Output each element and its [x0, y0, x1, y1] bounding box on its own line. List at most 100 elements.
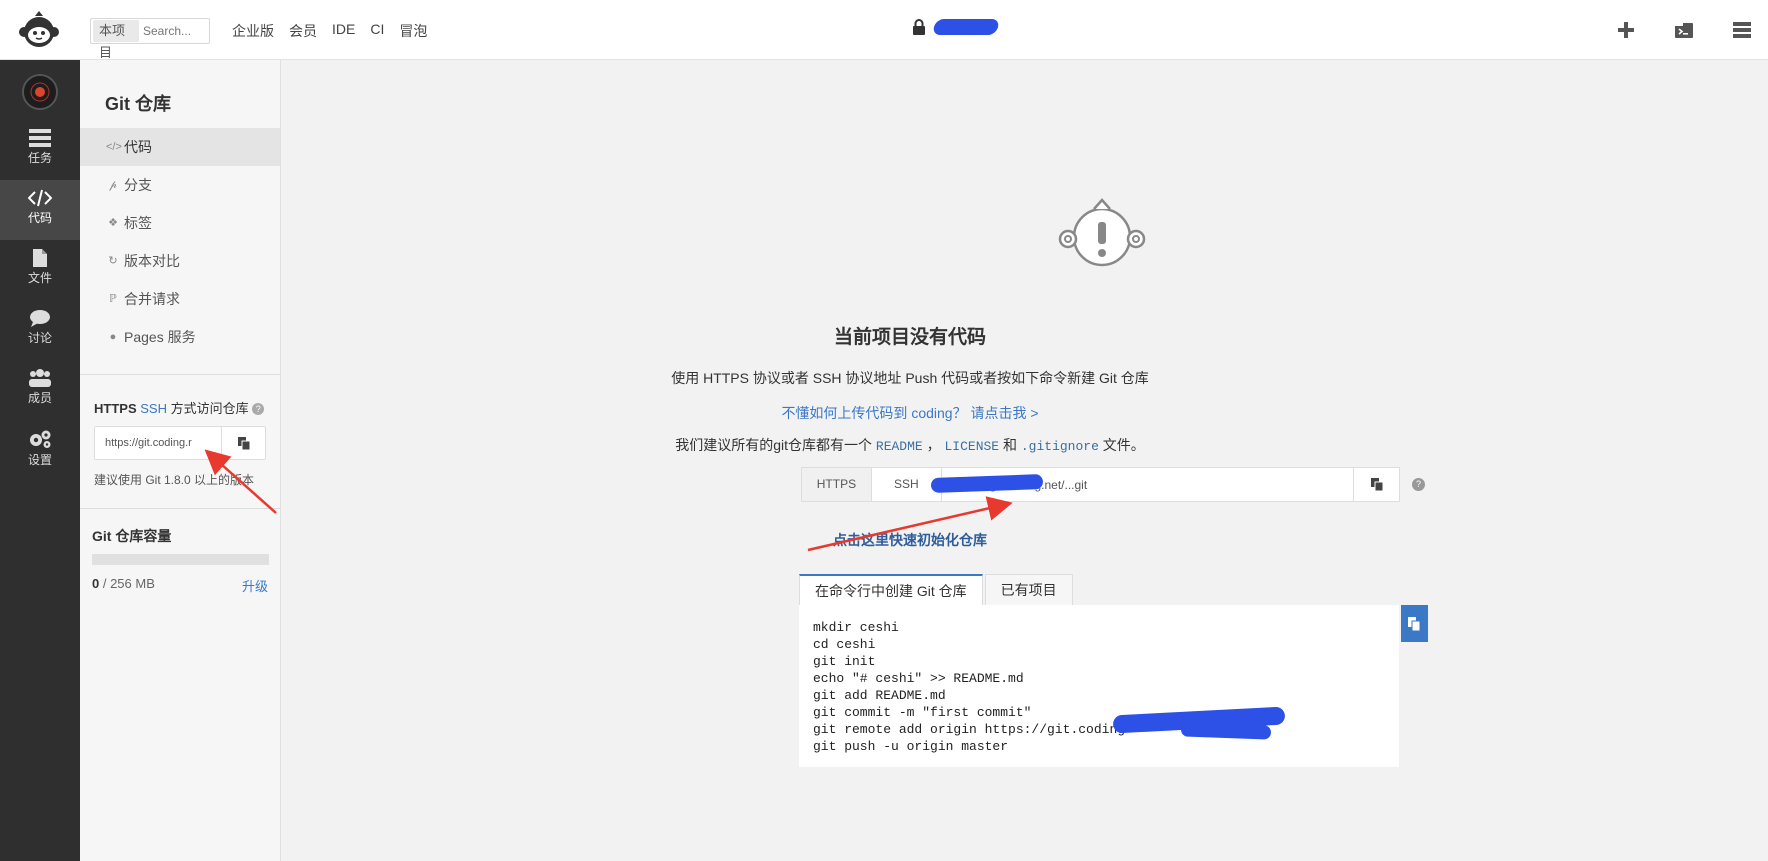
search-input[interactable]: [143, 24, 209, 38]
main-content: 当前项目没有代码 使用 HTTPS 协议或者 SSH 协议地址 Push 代码或…: [281, 60, 1768, 861]
command-line: echo "# ceshi" >> README.md: [813, 671, 1024, 686]
repo-sidebar: Git 仓库 </> 代码 𝓅 分支 ❖ 标签 ↻ 版本对比 ℙ 合并请求 ● …: [80, 60, 281, 861]
branch-icon: 𝓅: [109, 179, 117, 191]
access-suffix: 方式访问仓库: [170, 401, 249, 416]
rail-label: 成员: [27, 391, 52, 405]
rail-label: 设置: [27, 453, 52, 467]
upgrade-link[interactable]: 升级: [242, 576, 268, 595]
license-code: LICENSE: [944, 439, 1000, 454]
rail-item-settings[interactable]: 设置: [0, 420, 80, 480]
rail-item-members[interactable]: 成员: [0, 360, 80, 420]
copy-icon: [237, 436, 250, 450]
menu-label: Pages 服务: [124, 329, 196, 345]
desc-suffix: 文件。: [1098, 437, 1145, 453]
menu-item-merge-request[interactable]: ℙ 合并请求: [80, 280, 280, 318]
clone-url-group: HTTPS SSH: [801, 467, 1400, 502]
repo-menu: </> 代码 𝓅 分支 ❖ 标签 ↻ 版本对比 ℙ 合并请求 ● Pages 服…: [80, 128, 280, 356]
menu-list-icon[interactable]: [1730, 18, 1754, 42]
settings-icon: [30, 430, 51, 448]
menu-item-branch[interactable]: 𝓅 分支: [80, 166, 280, 204]
sidebar-clone-url-input[interactable]: [95, 427, 221, 459]
access-ssh-link[interactable]: SSH: [140, 401, 167, 416]
command-line: git commit -m "first commit": [813, 705, 1032, 720]
desc-and: 和: [999, 437, 1021, 453]
nav-ci[interactable]: CI: [370, 21, 384, 41]
rail-item-tasks[interactable]: 任务: [0, 120, 80, 180]
rail-item-code[interactable]: 代码: [0, 180, 80, 240]
menu-label: 标签: [124, 215, 152, 231]
rail-label: 代码: [27, 211, 52, 225]
menu-item-pages[interactable]: ● Pages 服务: [80, 318, 280, 356]
coding-logo-icon[interactable]: [16, 10, 62, 50]
readme-code: README: [875, 439, 923, 454]
capacity-bar: [92, 554, 269, 565]
left-rail: 任务 代码 文件 讨论 成员 设置: [0, 60, 80, 861]
command-tabs: 在命令行中创建 Git 仓库 已有项目: [799, 574, 1075, 605]
nav-enterprise[interactable]: 企业版: [232, 21, 274, 41]
empty-title: 当前项目没有代码: [833, 327, 986, 348]
sidebar-url-group: [94, 426, 266, 460]
protocol-https-tab[interactable]: HTTPS: [802, 468, 872, 501]
sidebar-title: Git 仓库: [105, 94, 171, 114]
merge-request-icon: ℙ: [109, 293, 117, 305]
terminal-icon[interactable]: [1672, 18, 1696, 42]
capacity-total: / 256 MB: [99, 576, 155, 591]
menu-item-code[interactable]: </> 代码: [80, 128, 280, 166]
help-icon[interactable]: ?: [1412, 478, 1425, 491]
sidebar-divider: [80, 374, 280, 375]
tab-create-in-cli[interactable]: 在命令行中创建 Git 仓库: [799, 574, 983, 605]
top-actions: [1614, 18, 1754, 42]
gitignore-code: .gitignore: [1020, 439, 1099, 454]
copy-icon: [1370, 478, 1383, 491]
menu-label: 代码: [124, 139, 152, 155]
copy-icon: [1408, 616, 1421, 631]
search-box[interactable]: 本项目: [90, 18, 210, 60]
recommend-files-text: 我们建议所有的git仓库都有一个 README ， LICENSE 和 .git…: [281, 435, 1539, 455]
project-title: [912, 19, 1000, 35]
menu-item-tags[interactable]: ❖ 标签: [80, 204, 280, 242]
desc-prefix: 我们建议所有的git仓库都有一个: [675, 437, 876, 453]
nav-bubble[interactable]: 冒泡: [399, 21, 427, 41]
sidebar-divider: [80, 508, 280, 509]
command-line: cd ceshi: [813, 637, 876, 652]
command-line: git add README.md: [813, 688, 946, 703]
quick-init-link[interactable]: 点击这里快速初始化仓库: [281, 530, 1539, 550]
top-bar: 本项目 企业版 会员 IDE CI 冒泡: [0, 0, 1768, 60]
menu-label: 合并请求: [124, 291, 180, 307]
clone-copy-button[interactable]: [1353, 468, 1399, 501]
empty-monkey-icon: [1058, 198, 1146, 267]
help-icon[interactable]: ?: [252, 403, 265, 415]
discussion-icon: [30, 310, 50, 327]
upload-help-link[interactable]: 不懂如何上传代码到 coding？ 请点击我 >: [281, 403, 1539, 423]
top-nav: 企业版 会员 IDE CI 冒泡: [232, 21, 427, 41]
command-line: git remote add origin https://git.coding: [813, 722, 1126, 737]
code-icon: [28, 189, 52, 207]
rail-label: 文件: [27, 271, 52, 285]
file-icon: [33, 249, 47, 267]
search-scope[interactable]: 本项目: [93, 20, 139, 60]
command-line: mkdir ceshi: [813, 620, 899, 635]
project-avatar[interactable]: [22, 74, 58, 110]
menu-label: 版本对比: [124, 253, 180, 269]
command-code-block[interactable]: mkdir ceshi cd ceshi git init echo "# ce…: [799, 605, 1399, 767]
rail-label: 任务: [27, 151, 52, 165]
code-icon: </>: [106, 141, 122, 153]
plus-icon[interactable]: [1614, 18, 1638, 42]
nav-ide[interactable]: IDE: [332, 21, 355, 41]
access-title: HTTPS SSH 方式访问仓库 ?: [94, 398, 265, 417]
nav-membership[interactable]: 会员: [289, 21, 317, 41]
rail-item-files[interactable]: 文件: [0, 240, 80, 300]
empty-description: 使用 HTTPS 协议或者 SSH 协议地址 Push 代码或者按如下命令新建 …: [671, 370, 1149, 386]
capacity-text: 0 / 256 MB: [92, 576, 155, 591]
access-https[interactable]: HTTPS: [94, 401, 137, 416]
code-copy-button[interactable]: [1401, 605, 1428, 642]
rail-item-discussion[interactable]: 讨论: [0, 300, 80, 360]
sidebar-copy-button[interactable]: [221, 427, 265, 459]
redacted-project-name: [932, 19, 1000, 35]
lock-icon: [913, 19, 925, 35]
rail-label: 讨论: [27, 331, 52, 345]
menu-item-compare[interactable]: ↻ 版本对比: [80, 242, 280, 280]
tab-existing-project[interactable]: 已有项目: [984, 574, 1073, 605]
menu-label: 分支: [124, 177, 152, 193]
members-icon: [29, 369, 51, 387]
